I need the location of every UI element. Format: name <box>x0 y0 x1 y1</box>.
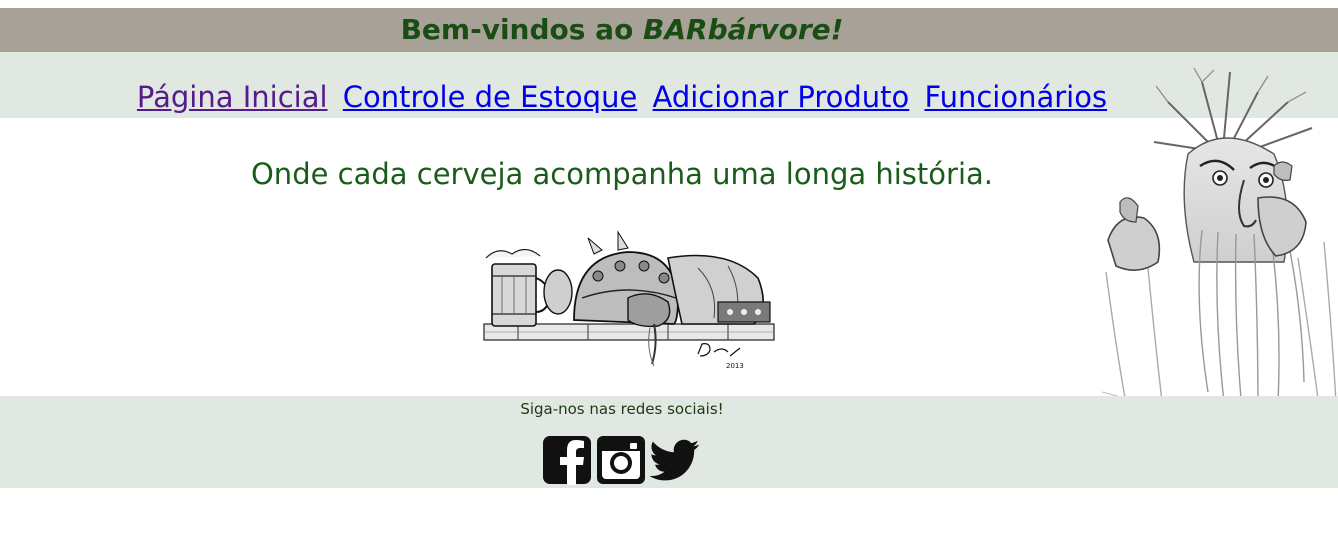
top-spacer <box>0 0 1338 8</box>
main-nav: Página Inicial Controle de Estoque Adici… <box>0 74 1244 120</box>
ent-illustration <box>1101 67 1338 419</box>
social-text: Siga-nos nas redes sociais! <box>520 400 724 418</box>
social-links <box>542 434 700 486</box>
title-prefix: Bem-vindos ao <box>400 13 644 46</box>
tagline: Onde cada cerveja acompanha uma longa hi… <box>250 157 993 191</box>
facebook-link[interactable] <box>542 435 592 485</box>
nav-link-home[interactable]: Página Inicial <box>137 80 328 114</box>
page-title: Bem-vindos ao BARbárvore! <box>0 8 1244 52</box>
viking-illustration: 2013 <box>478 228 788 376</box>
nav-link-stock-control[interactable]: Controle de Estoque <box>343 80 638 114</box>
facebook-icon <box>543 436 591 485</box>
nav-link-add-product[interactable]: Adicionar Produto <box>653 80 910 114</box>
twitter-icon <box>650 439 700 481</box>
instagram-icon <box>597 436 645 484</box>
title-brand: BARbárvore! <box>643 13 844 46</box>
instagram-link[interactable] <box>596 435 646 485</box>
svg-text:2013: 2013 <box>726 362 744 370</box>
nav-link-employees[interactable]: Funcionários <box>924 80 1107 114</box>
twitter-link[interactable] <box>650 435 700 485</box>
